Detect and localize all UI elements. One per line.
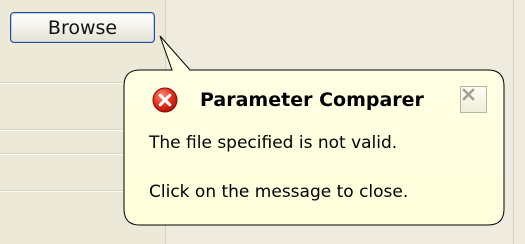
balloon-title: Parameter Comparer xyxy=(200,89,424,111)
balloon-hint: Click on the message to close. xyxy=(149,182,409,202)
balloon-message: The file specified is not valid. xyxy=(149,133,398,153)
error-icon xyxy=(152,87,178,113)
close-button[interactable] xyxy=(460,86,487,113)
close-icon xyxy=(462,88,475,101)
error-balloon-tooltip[interactable]: Parameter Comparer The file specified is… xyxy=(0,0,525,244)
balloon-shape xyxy=(123,35,505,226)
balloon-header: Parameter Comparer xyxy=(152,87,424,113)
